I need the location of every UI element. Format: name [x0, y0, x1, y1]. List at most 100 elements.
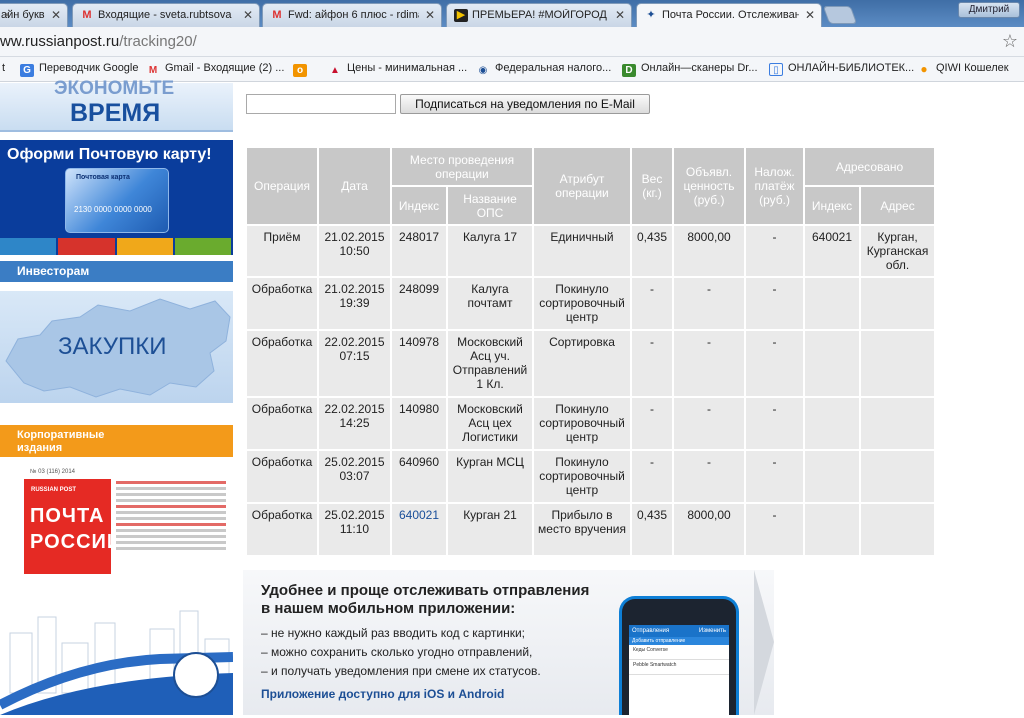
postal-card-banner[interactable]: Оформи Почтовую карту! Почтовая карта 21… [0, 140, 233, 255]
cell-date-day: 22.02.2015 [324, 335, 385, 349]
gmail-icon: M [82, 9, 92, 21]
cell-weight: - [630, 276, 675, 331]
cell-date: 21.02.2015 19:39 [317, 276, 392, 331]
cell-addr-index [803, 329, 862, 398]
cell-attribute: Покинуло сортировочный центр [532, 396, 633, 451]
cell-place-name: Московский Асц уч. Отправлений 1 Кл. [445, 329, 535, 398]
cell-cod: - [744, 396, 806, 451]
tab-label: Входящие - sveta.rubtsova [98, 9, 232, 21]
economy-line2: ВРЕМЯ [70, 99, 161, 127]
phone-list-item: Кеды Converse [629, 645, 729, 660]
play-icon: ▶ [454, 9, 468, 22]
bookmark-item[interactable]: ▲ Цены - минимальная ... [328, 62, 467, 77]
cell-date-time: 10:50 [339, 244, 370, 258]
economy-banner[interactable]: ЭКОНОМЬТЕ ВРЕМЯ [0, 78, 233, 132]
promo-title-line1: Удобнее и проще отслеживать отправления [261, 582, 590, 599]
cell-weight: - [630, 449, 675, 504]
close-icon[interactable]: ✕ [425, 8, 435, 22]
bookmark-label: QIWI Кошелек [936, 62, 1009, 74]
bookmark-item[interactable]: G Переводчик Google [20, 62, 139, 77]
subscribe-button[interactable]: Подписаться на уведомления по E-Mail [400, 94, 650, 114]
bookmark-label: Онлайн—сканеры Dr... [641, 62, 758, 74]
corp-line1: Корпоративные [17, 429, 105, 441]
close-icon[interactable]: ✕ [805, 8, 815, 22]
tab-label: айн букв [1, 9, 45, 21]
bookmark-label: Федеральная налого... [495, 62, 612, 74]
magazine-brand: RUSSIAN POST [31, 487, 77, 493]
corp-line2: издания [17, 442, 63, 454]
email-subscribe-field[interactable] [246, 94, 396, 114]
promo-title: Удобнее и проще отслеживать отправления … [261, 582, 589, 618]
cell-cod: - [744, 449, 806, 504]
bookmark-item[interactable]: ▯ ОНЛАЙН-БИБЛИОТЕК... [769, 62, 914, 76]
star-icon[interactable]: ☆ [1002, 31, 1018, 52]
cell-place-index: 140978 [390, 329, 448, 398]
phone-title: Отправления [632, 628, 670, 634]
tab-label: ПРЕМЬЕРА! #МОЙГОРОД - [472, 9, 609, 21]
bookmark-label: Переводчик Google [39, 62, 139, 74]
bookmark-item[interactable]: ● QIWI Кошелек [917, 62, 1009, 76]
address-bar[interactable]: ww.russianpost.ru/tracking20/ ☆ [0, 27, 1024, 57]
table-row: Обработка 25.02.2015 03:07 640960 Курган МСЦ… [245, 449, 937, 504]
investors-link[interactable]: Инвесторам [0, 261, 233, 282]
cell-attribute: Сортировка [532, 329, 633, 398]
close-icon[interactable]: ✕ [615, 8, 625, 22]
cell-declared-value: 8000,00 [672, 224, 747, 278]
procurement-banner[interactable]: ЗАКУПКИ [0, 291, 233, 403]
cell-date-day: 22.02.2015 [324, 402, 385, 416]
scanner-icon: D [622, 64, 636, 77]
cell-cod: - [744, 329, 806, 398]
magazine-text-lines [116, 481, 226, 553]
new-tab-button[interactable] [822, 6, 858, 24]
url-path: /tracking20/ [119, 33, 197, 50]
card-brand: Почтовая карта [76, 174, 130, 181]
mobile-app-promo[interactable]: Удобнее и проще отслеживать отправления … [243, 570, 774, 718]
cell-addr-index [803, 276, 862, 331]
col-operation: Операция [245, 146, 319, 226]
cell-date: 25.02.2015 03:07 [317, 449, 392, 504]
eagle-icon: ✦ [646, 9, 656, 21]
cell-addr-address [859, 276, 937, 331]
browser-tab[interactable]: M Входящие - sveta.rubtsova ✕ [72, 3, 260, 27]
close-icon[interactable]: ✕ [243, 8, 253, 22]
cell-cod: - [744, 224, 806, 278]
triangle-icon: ▲ [330, 65, 340, 76]
bookmark-item[interactable]: о [293, 62, 312, 77]
cell-operation: Обработка [245, 396, 319, 451]
phone-image: Отправления Изменить Добавить отправлени… [619, 596, 739, 718]
bookmark-item[interactable]: M Gmail - Входящие (2) ... [146, 62, 285, 77]
magazine-cover[interactable]: № 03 (116) 2014 RUSSIAN POST ПОЧТА РОССИ… [0, 463, 233, 575]
cell-attribute: Покинуло сортировочный центр [532, 449, 633, 504]
gmail-icon: M [272, 9, 282, 21]
corporate-publications-link[interactable]: Корпоративные издания [0, 425, 233, 457]
browser-tab[interactable]: ▶ ПРЕМЬЕРА! #МОЙГОРОД - ✕ [446, 3, 632, 27]
cell-addr-index [803, 396, 862, 451]
url-text[interactable]: ww.russianpost.ru/tracking20/ [0, 33, 197, 50]
cell-place-index-link[interactable]: 640021 [390, 502, 448, 557]
close-icon[interactable]: ✕ [51, 8, 61, 22]
phone-add-bar: Добавить отправление [629, 637, 729, 645]
browser-tab[interactable]: ▪ айн букв ✕ [0, 3, 68, 27]
cell-declared-value: - [672, 396, 747, 451]
bookmark-item[interactable]: ◉ Федеральная налого... [476, 62, 612, 77]
bookmark-item[interactable]: D Онлайн—сканеры Dr... [622, 62, 758, 77]
col-addr-index: Индекс [803, 185, 862, 226]
city-train-illustration[interactable] [0, 603, 233, 715]
col-cod: Налож. платёж (руб.) [744, 146, 806, 226]
promo-bullet: – не нужно каждый раз вводить код с карт… [261, 626, 525, 640]
bookmark-item[interactable]: t [2, 62, 5, 74]
bookmark-label: Gmail - Входящие (2) ... [165, 62, 285, 74]
cell-place-name: Московский Асц цех Логистики [445, 396, 535, 451]
postal-card-image: Почтовая карта 2130 0000 0000 0000 [65, 168, 169, 233]
cell-declared-value: - [672, 276, 747, 331]
cell-place-index: 140980 [390, 396, 448, 451]
cell-date-time: 14:25 [339, 416, 370, 430]
translate-icon: G [20, 64, 34, 77]
promo-arrow-shape [754, 570, 774, 715]
bookmark-label: ОНЛАЙН-БИБЛИОТЕК... [788, 62, 915, 74]
promo-platforms-link[interactable]: Приложение доступно для iOS и Android [261, 687, 504, 701]
browser-tabstrip: ▪ айн букв ✕ M Входящие - sveta.rubtsova… [0, 0, 1024, 28]
browser-tab[interactable]: M Fwd: айфон 6 плюс - rdimas ✕ [262, 3, 442, 27]
profile-button[interactable]: Дмитрий [958, 2, 1020, 18]
browser-tab-active[interactable]: ✦ Почта России. Отслеживан ✕ [636, 3, 822, 28]
